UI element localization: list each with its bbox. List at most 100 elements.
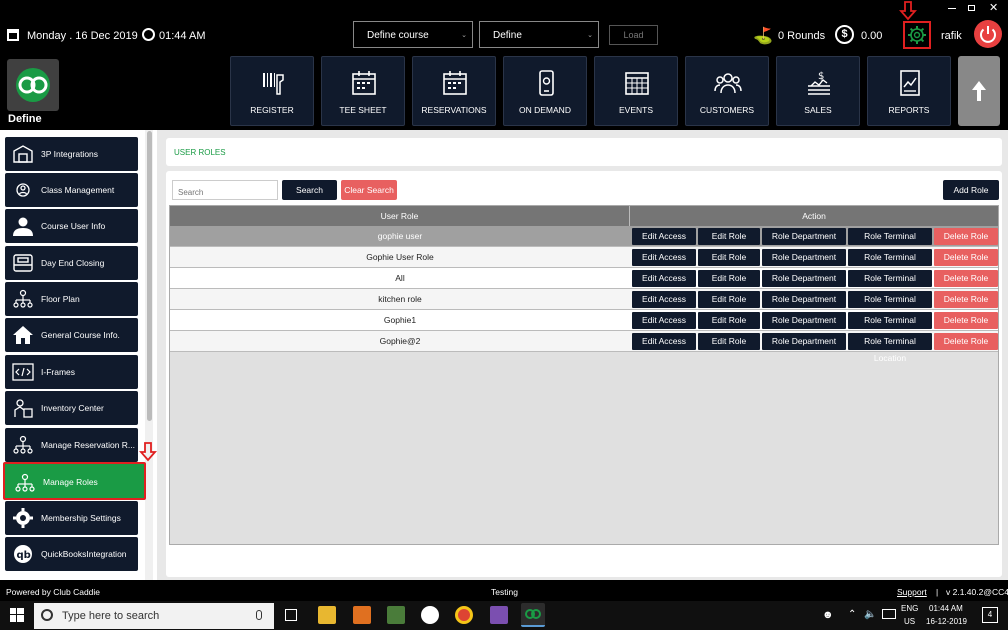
role-department-button[interactable]: Role Department	[762, 312, 846, 329]
role-terminal-location-button[interactable]: Role Terminal Location	[848, 270, 932, 300]
user-icon	[13, 217, 33, 236]
nav-customers[interactable]: CUSTOMERS	[685, 56, 769, 126]
notification-center-icon[interactable]: 4	[982, 607, 998, 623]
sidebar-item-course-user-info[interactable]: Course User Info	[5, 209, 138, 243]
edit-access-button[interactable]: Edit Access	[632, 291, 696, 308]
app-logo[interactable]	[7, 59, 59, 111]
taskbar-search[interactable]: Type here to search	[34, 603, 274, 629]
restore-button[interactable]	[968, 5, 975, 11]
visual-studio-icon[interactable]	[490, 606, 508, 624]
sidebar-item-inventory-center[interactable]: Inventory Center	[5, 391, 138, 425]
sidebar-item-manage-reservation-rules[interactable]: Manage Reservation R...	[5, 428, 138, 462]
minimize-button[interactable]	[948, 8, 956, 9]
delete-role-button[interactable]: Delete Role	[934, 312, 998, 329]
search-button[interactable]: Search	[282, 180, 337, 200]
role-department-button[interactable]: Role Department	[762, 249, 846, 266]
delete-role-button[interactable]: Delete Role	[934, 228, 998, 245]
role-terminal-location-button[interactable]: Role Terminal Location	[848, 333, 932, 363]
nav-register[interactable]: REGISTER	[230, 56, 314, 126]
quickbooks-icon: qb	[14, 545, 32, 563]
sidebar-item-general-course-info[interactable]: General Course Info.	[5, 318, 138, 352]
hierarchy-icon	[13, 289, 33, 308]
role-terminal-location-button[interactable]: Role Terminal Location	[848, 228, 932, 258]
nav-events[interactable]: EVENTS	[594, 56, 678, 126]
chrome-icon[interactable]	[455, 606, 473, 624]
top-bar: Monday . 16 Dec 2019 01:44 AM Define cou…	[0, 0, 1008, 52]
volume-icon[interactable]: 🔈	[864, 609, 876, 620]
role-department-button[interactable]: Role Department	[762, 333, 846, 350]
edit-role-button[interactable]: Edit Role	[698, 333, 760, 350]
support-link[interactable]: Support	[897, 587, 927, 597]
role-terminal-location-button[interactable]: Role Terminal Location	[848, 291, 932, 321]
edit-role-button[interactable]: Edit Role	[698, 291, 760, 308]
role-department-button[interactable]: Role Department	[762, 270, 846, 287]
sidebar-item-quickbooks-integration[interactable]: qb QuickBooksIntegration	[5, 537, 138, 571]
sidebar-item-i-frames[interactable]: I-Frames	[5, 355, 138, 389]
nav-tee-sheet[interactable]: TEE SHEET	[321, 56, 405, 126]
clock-icon	[142, 28, 155, 41]
down-arrow-indicator-icon	[139, 442, 157, 464]
role-terminal-location-button[interactable]: Role Terminal Location	[848, 249, 932, 279]
edit-role-button[interactable]: Edit Role	[698, 312, 760, 329]
search-input[interactable]	[172, 180, 278, 200]
sidebar-item-membership-settings[interactable]: Membership Settings	[5, 501, 138, 535]
windows-start-icon[interactable]	[10, 608, 24, 624]
app-icon[interactable]	[387, 606, 405, 624]
scroll-up-button[interactable]	[958, 56, 1000, 126]
clear-search-button[interactable]: Clear Search	[341, 180, 397, 200]
sidebar-item-manage-roles[interactable]: Manage Roles	[3, 462, 146, 500]
edit-role-button[interactable]: Edit Role	[698, 249, 760, 266]
power-button[interactable]	[974, 20, 1002, 48]
sidebar-item-class-management[interactable]: Class Management	[5, 173, 138, 207]
edit-access-button[interactable]: Edit Access	[632, 249, 696, 266]
sidebar-scroll-thumb[interactable]	[147, 131, 152, 421]
nav-reports[interactable]: REPORTS	[867, 56, 951, 126]
network-icon[interactable]	[882, 609, 896, 619]
edit-access-button[interactable]: Edit Access	[632, 228, 696, 245]
task-view-icon[interactable]	[285, 609, 297, 621]
role-department-button[interactable]: Role Department	[762, 291, 846, 308]
role-terminal-location-button[interactable]: Role Terminal Location	[848, 312, 932, 342]
sidebar-item-floor-plan[interactable]: Floor Plan	[5, 282, 138, 316]
hierarchy-icon	[15, 473, 35, 492]
edit-role-button[interactable]: Edit Role	[698, 228, 760, 245]
nav-sales[interactable]: $ SALES	[776, 56, 860, 126]
edit-access-button[interactable]: Edit Access	[632, 270, 696, 287]
delete-role-button[interactable]: Delete Role	[934, 270, 998, 287]
page-title: USER ROLES	[174, 148, 226, 157]
power-icon	[980, 26, 996, 43]
delete-role-button[interactable]: Delete Role	[934, 249, 998, 266]
course-select[interactable]: Define course ⌄	[353, 21, 473, 48]
edit-role-button[interactable]: Edit Role	[698, 270, 760, 287]
sidebar-item-day-end-closing[interactable]: Day End Closing	[5, 246, 138, 280]
code-icon	[12, 363, 34, 381]
region-label: US	[904, 617, 916, 626]
edit-access-button[interactable]: Edit Access	[632, 312, 696, 329]
add-role-button[interactable]: Add Role	[943, 180, 999, 200]
nav-on-demand[interactable]: ON DEMAND	[503, 56, 587, 126]
barcode-scanner-icon	[263, 73, 284, 95]
nav-reservations[interactable]: RESERVATIONS	[412, 56, 496, 126]
user-label: rafik	[941, 30, 962, 42]
app-footer: Powered by Club Caddie Testing Support |…	[0, 584, 1008, 601]
slack-icon[interactable]	[421, 606, 439, 624]
clock-time[interactable]: 01:44 AM	[929, 604, 963, 613]
edit-access-button[interactable]: Edit Access	[632, 333, 696, 350]
people-icon[interactable]: ☻	[822, 609, 834, 621]
language-label[interactable]: ENG	[901, 604, 918, 613]
chevron-up-icon[interactable]: ⌃	[848, 609, 856, 620]
role-department-button[interactable]: Role Department	[762, 228, 846, 245]
sublime-text-icon[interactable]	[353, 606, 371, 624]
define-select[interactable]: Define ⌄	[479, 21, 599, 48]
down-arrow-indicator-icon	[899, 1, 917, 23]
sidebar-item-3p-integrations[interactable]: 3P Integrations	[5, 137, 138, 171]
close-button[interactable]: ✕	[989, 1, 998, 14]
club-caddie-taskbar-icon[interactable]	[521, 603, 545, 627]
role-name: Gophie@2	[379, 336, 421, 346]
settings-gear-button[interactable]	[903, 21, 931, 49]
amount-label: 0.00	[861, 30, 883, 42]
load-button[interactable]: Load	[609, 25, 658, 45]
delete-role-button[interactable]: Delete Role	[934, 291, 998, 308]
delete-role-button[interactable]: Delete Role	[934, 333, 998, 350]
file-explorer-icon[interactable]	[318, 606, 336, 624]
